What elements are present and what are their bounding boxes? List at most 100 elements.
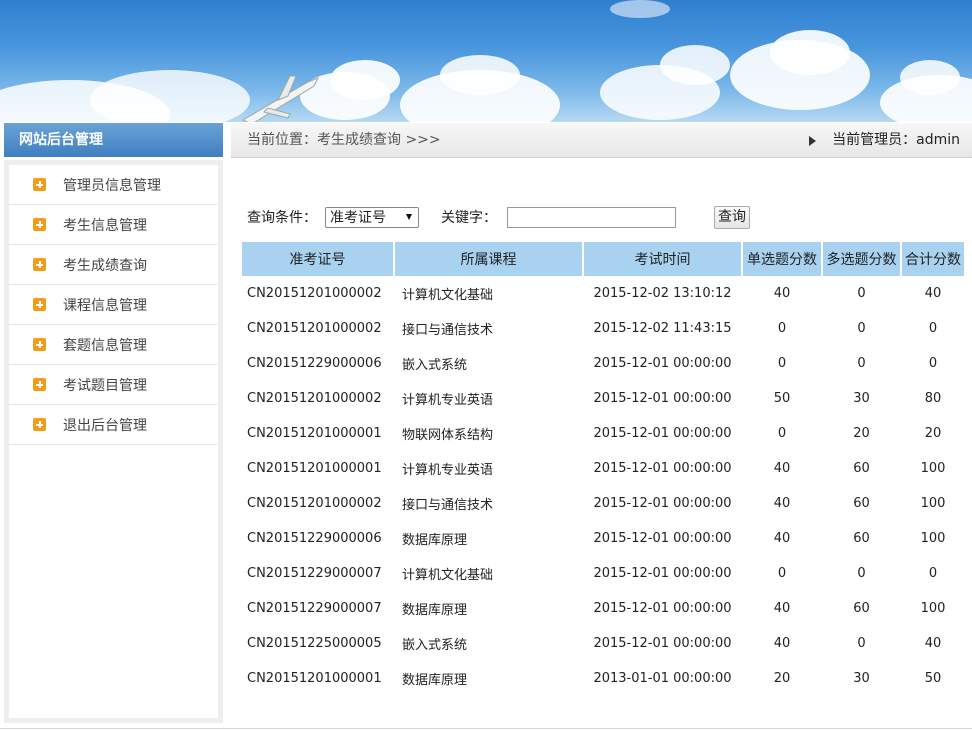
airplane-icon bbox=[241, 75, 320, 122]
multi-choice-score-cell: 0 bbox=[857, 566, 866, 581]
footer-divider bbox=[0, 728, 972, 729]
exam-time-cell: 2015-12-01 00:00:00 bbox=[593, 391, 732, 406]
column-header: 单选题分数 bbox=[743, 242, 821, 276]
column-header: 准考证号 bbox=[242, 242, 393, 276]
plus-icon bbox=[33, 378, 46, 391]
exam-time-cell: 2015-12-01 00:00:00 bbox=[593, 496, 732, 511]
sidebar-item-course-info[interactable]: 课程信息管理 bbox=[9, 285, 218, 325]
table-header-row: 准考证号 所属课程 考试时间 单选题分数 多选题分数 合计分数 bbox=[242, 242, 964, 276]
course-cell: 数据库原理 bbox=[402, 603, 468, 618]
sidebar-item-label: 退出后台管理 bbox=[63, 417, 147, 434]
plus-icon bbox=[33, 418, 46, 431]
keyword-label: 关键字： bbox=[441, 210, 497, 226]
sidebar-item-examinee-info[interactable]: 考生信息管理 bbox=[9, 205, 218, 245]
sidebar-item-label: 考生成绩查询 bbox=[63, 257, 147, 274]
single-choice-score-cell: 20 bbox=[773, 671, 791, 686]
exam-id-cell: CN20151201000001 bbox=[247, 426, 382, 441]
sidebar-item-label: 考生信息管理 bbox=[63, 217, 147, 234]
total-score-cell: 0 bbox=[928, 566, 938, 581]
table-row: CN20151201000001 计算机专业英语 2015-12-01 00:00:… bbox=[242, 451, 964, 486]
sidebar-item-admin-info[interactable]: 管理员信息管理 bbox=[9, 165, 218, 205]
sidebar-item-label: 管理员信息管理 bbox=[63, 177, 161, 194]
plus-icon bbox=[33, 218, 46, 231]
total-score-cell: 100 bbox=[920, 496, 946, 511]
exam-time-cell: 2015-12-02 13:10:12 bbox=[593, 286, 732, 301]
exam-time-cell: 2015-12-01 00:00:00 bbox=[593, 636, 732, 651]
exam-time-cell: 2015-12-01 00:00:00 bbox=[593, 566, 732, 581]
multi-choice-score-cell: 20 bbox=[853, 426, 870, 441]
single-choice-score-cell: 40 bbox=[773, 636, 791, 651]
keyword-input[interactable] bbox=[507, 206, 676, 228]
location-bar: 当前位置：考生成绩查询 >>> 当前管理员：admin bbox=[231, 123, 972, 158]
course-cell: 接口与通信技术 bbox=[402, 323, 494, 338]
total-score-cell: 100 bbox=[920, 531, 946, 546]
exam-time-cell: 2015-12-01 00:00:00 bbox=[593, 356, 732, 371]
single-choice-score-cell: 0 bbox=[777, 321, 787, 336]
course-cell: 接口与通信技术 bbox=[402, 498, 494, 513]
column-header: 所属课程 bbox=[395, 242, 582, 276]
condition-label: 查询条件： bbox=[247, 210, 317, 226]
sidebar-title: 网站后台管理 bbox=[4, 123, 223, 157]
table-row: CN20151229000006 数据库原理 2015-12-01 00:00:00… bbox=[242, 521, 964, 556]
breadcrumb: 当前位置：考生成绩查询 >>> bbox=[247, 132, 441, 148]
multi-choice-score-cell: 60 bbox=[853, 531, 870, 546]
table-row: CN20151229000007 数据库原理 2015-12-01 00:00:00… bbox=[242, 591, 964, 626]
condition-selected-value: 准考证号 bbox=[330, 210, 386, 226]
header-banner bbox=[0, 0, 972, 122]
exam-time-cell: 2015-12-02 11:43:15 bbox=[593, 321, 732, 336]
multi-choice-score-cell: 0 bbox=[857, 356, 866, 371]
exam-id-cell: CN20151201000002 bbox=[247, 321, 382, 336]
exam-id-cell: CN20151225000005 bbox=[247, 636, 382, 651]
exam-time-cell: 2013-01-01 00:00:00 bbox=[593, 671, 732, 686]
exam-id-cell: CN20151201000001 bbox=[247, 671, 382, 686]
single-choice-score-cell: 40 bbox=[773, 461, 791, 476]
table-row: CN20151229000007 计算机文化基础 2015-12-01 00:00:… bbox=[242, 556, 964, 591]
table-row: CN20151225000005 嵌入式系统 2015-12-01 00:00:00… bbox=[242, 626, 964, 661]
total-score-cell: 100 bbox=[920, 601, 946, 616]
single-choice-score-cell: 0 bbox=[777, 426, 787, 441]
table-row: CN20151201000001 物联网体系结构 2015-12-01 00:00:… bbox=[242, 416, 964, 451]
column-header: 考试时间 bbox=[584, 242, 741, 276]
exam-id-cell: CN20151201000002 bbox=[247, 496, 382, 511]
table-row: CN20151201000002 接口与通信技术 2015-12-02 11:43:… bbox=[242, 311, 964, 346]
search-form: 查询条件： 准考证号 关键字： 查询 bbox=[247, 205, 750, 229]
course-cell: 计算机文化基础 bbox=[402, 568, 494, 583]
total-score-cell: 0 bbox=[928, 321, 938, 336]
sidebar-item-logout[interactable]: 退出后台管理 bbox=[9, 405, 218, 445]
single-choice-score-cell: 40 bbox=[773, 286, 791, 301]
multi-choice-score-cell: 30 bbox=[853, 391, 870, 406]
multi-choice-score-cell: 0 bbox=[857, 321, 866, 336]
chevron-down-icon bbox=[406, 214, 412, 220]
course-cell: 嵌入式系统 bbox=[402, 638, 468, 653]
condition-select[interactable]: 准考证号 bbox=[325, 206, 419, 228]
sidebar-item-label: 套题信息管理 bbox=[63, 337, 147, 354]
course-cell: 物联网体系结构 bbox=[402, 428, 494, 443]
total-score-cell: 40 bbox=[924, 286, 942, 301]
sidebar-item-question-manage[interactable]: 考试题目管理 bbox=[9, 365, 218, 405]
table-row: CN20151229000006 嵌入式系统 2015-12-01 00:00:00… bbox=[242, 346, 964, 381]
plus-icon bbox=[33, 298, 46, 311]
exam-id-cell: CN20151201000001 bbox=[247, 461, 382, 476]
query-button[interactable]: 查询 bbox=[714, 205, 750, 229]
total-score-cell: 50 bbox=[924, 671, 942, 686]
current-admin: 当前管理员：admin bbox=[809, 123, 960, 158]
sidebar-item-paper-set-info[interactable]: 套题信息管理 bbox=[9, 325, 218, 365]
plus-icon bbox=[33, 338, 46, 351]
multi-choice-score-cell: 60 bbox=[853, 461, 870, 476]
single-choice-score-cell: 40 bbox=[773, 601, 791, 616]
sidebar-item-label: 考试题目管理 bbox=[63, 377, 147, 394]
multi-choice-score-cell: 60 bbox=[853, 601, 870, 616]
exam-id-cell: CN20151201000002 bbox=[247, 391, 382, 406]
course-cell: 计算机专业英语 bbox=[402, 463, 494, 478]
column-header: 合计分数 bbox=[902, 242, 964, 276]
sidebar: 管理员信息管理 考生信息管理 考生成绩查询 课程信息管理 套题信息管理 考试题目… bbox=[4, 160, 223, 723]
column-header: 多选题分数 bbox=[823, 242, 900, 276]
table-row: CN20151201000001 数据库原理 2013-01-01 00:00:00… bbox=[242, 661, 964, 696]
multi-choice-score-cell: 60 bbox=[853, 496, 870, 511]
sidebar-item-score-query[interactable]: 考生成绩查询 bbox=[9, 245, 218, 285]
exam-time-cell: 2015-12-01 00:00:00 bbox=[593, 531, 732, 546]
course-cell: 数据库原理 bbox=[402, 533, 468, 548]
course-cell: 数据库原理 bbox=[402, 673, 468, 688]
single-choice-score-cell: 0 bbox=[777, 566, 787, 581]
plus-icon bbox=[33, 178, 46, 191]
